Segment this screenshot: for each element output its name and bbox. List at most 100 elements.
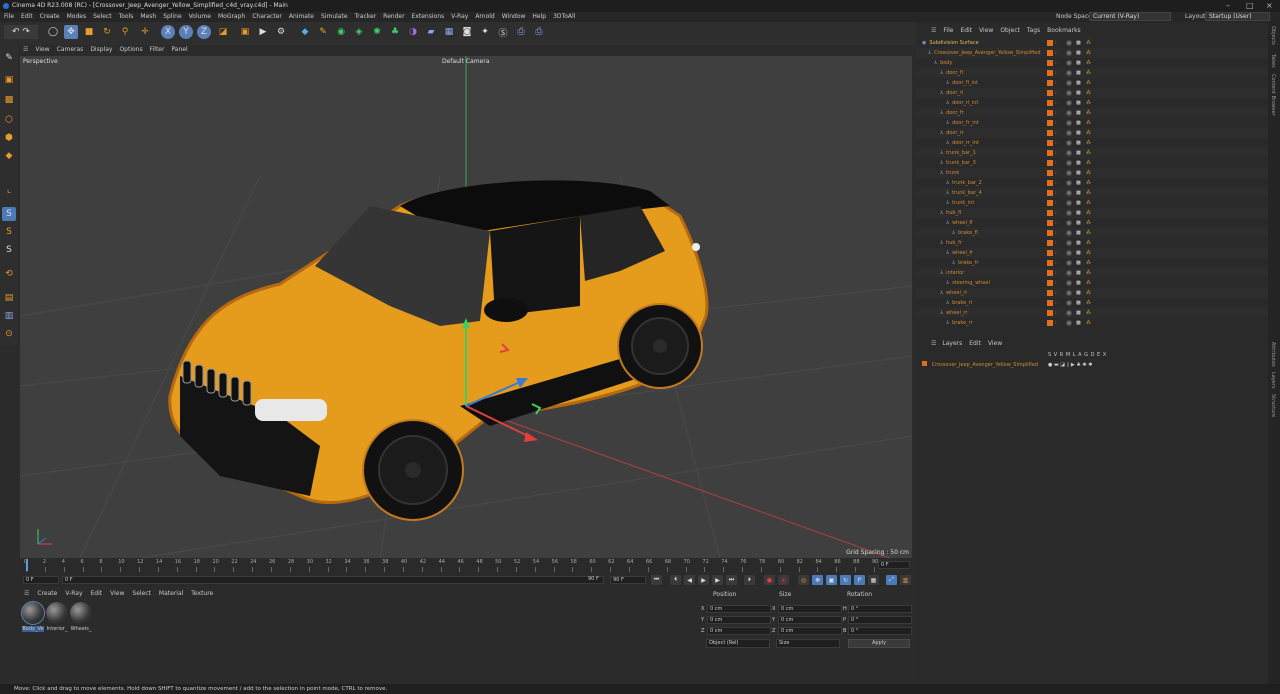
phong-tag-icon[interactable]: ⁂ (1086, 158, 1091, 168)
object-row[interactable]: ⅄ trunk_bar_1: ▩ ⁂ (916, 148, 1268, 158)
menu-item-tools[interactable]: Tools (119, 13, 134, 20)
visibility-dots[interactable]: : (1055, 128, 1057, 138)
object-name[interactable]: door_fl_int (952, 80, 978, 86)
material-tag-icon[interactable] (1066, 310, 1072, 316)
visibility-dots[interactable]: : (1055, 78, 1057, 88)
object-name[interactable]: trunk_bar_1 (946, 150, 976, 156)
goto-end-icon[interactable]: ⏭ (726, 575, 737, 585)
locked-workplane-icon[interactable]: ⊙ (2, 327, 16, 341)
visibility-dots[interactable]: : (1055, 108, 1057, 118)
magnet-icon[interactable]: ⟲ (2, 267, 16, 281)
workplane-icon[interactable]: S (2, 243, 16, 257)
phong-tag-icon[interactable]: ⁂ (1086, 248, 1091, 258)
layer-menu-edit[interactable]: Edit (969, 340, 981, 347)
object-name[interactable]: wheel_rl (946, 290, 967, 296)
phong-tag-icon[interactable]: ⁂ (1086, 288, 1091, 298)
render-settings-icon[interactable]: ⚙ (274, 25, 288, 39)
menu-item-character[interactable]: Character (252, 13, 282, 20)
cube-icon[interactable]: ◆ (298, 25, 312, 39)
menu-item-help[interactable]: Help (532, 13, 546, 20)
checker-tag-icon[interactable]: ▩ (1076, 108, 1081, 118)
visibility-dots[interactable]: : (1055, 98, 1057, 108)
object-name[interactable]: Crossover_Jeep_Avenger_Yellow_Simplified (934, 50, 1040, 56)
pla-key-icon[interactable]: ▦ (868, 575, 879, 585)
material-tag-icon[interactable] (1066, 100, 1072, 106)
phong-tag-icon[interactable]: ⁂ (1086, 238, 1091, 248)
phong-tag-icon[interactable]: ⁂ (1086, 38, 1091, 48)
layer-color-tag[interactable] (1047, 280, 1053, 286)
material-tag-icon[interactable] (1066, 110, 1072, 116)
goto-start-icon[interactable]: ⏮ (651, 575, 662, 585)
menu-item-tracker[interactable]: Tracker (355, 13, 377, 20)
size-field[interactable]: 0 cm (778, 627, 842, 635)
start-frame-field[interactable]: 0 F (23, 576, 59, 584)
minimize-icon[interactable]: – (1226, 0, 1230, 12)
viewport-menu-panel[interactable]: Panel (171, 46, 187, 53)
layer-color-tag[interactable] (1047, 210, 1053, 216)
phong-tag-icon[interactable]: ⁂ (1086, 168, 1091, 178)
material-tag-icon[interactable] (1066, 260, 1072, 266)
menu-item-3dtoall[interactable]: 3DToAll (553, 13, 575, 20)
visibility-dots[interactable]: : (1055, 258, 1057, 268)
timeline-window-icon[interactable]: ⤢ (886, 575, 897, 585)
light-icon[interactable]: ✦ (478, 25, 492, 39)
coordinate-mode-select[interactable]: Object (Rel) (706, 639, 770, 648)
checker-tag-icon[interactable]: ▩ (1076, 168, 1081, 178)
visibility-dots[interactable]: : (1055, 158, 1057, 168)
phong-tag-icon[interactable]: ⁂ (1086, 208, 1091, 218)
object-name[interactable]: door_fr_int (952, 120, 979, 126)
material-menu-edit[interactable]: Edit (91, 590, 103, 597)
checker-tag-icon[interactable]: ▩ (1076, 118, 1081, 128)
end-frame-field[interactable]: 90 F (610, 576, 646, 584)
render-icon[interactable]: ▶ (256, 25, 270, 39)
material-tag-icon[interactable] (1066, 160, 1072, 166)
checker-tag-icon[interactable]: ▩ (1076, 238, 1081, 248)
layer-color-tag[interactable] (1047, 60, 1053, 66)
axis-mode-icon[interactable]: ⌞ (2, 183, 16, 197)
position-field[interactable]: 0 cm (707, 605, 771, 613)
object-row[interactable]: ⅄ brake_rr: ▩ ⁂ (916, 318, 1268, 328)
object-row[interactable]: ⅄ trunk_bar_4: ▩ ⁂ (916, 188, 1268, 198)
param-key-icon[interactable]: P (854, 575, 865, 585)
layer-color-tag[interactable] (1047, 300, 1053, 306)
transform-icon[interactable]: ✛ (138, 25, 152, 39)
rotation-key-icon[interactable]: ↻ (840, 575, 851, 585)
checker-tag-icon[interactable]: ▩ (1076, 228, 1081, 238)
visibility-dots[interactable]: : (1055, 68, 1057, 78)
prev-key-icon[interactable]: ⏴ (670, 575, 681, 585)
menu-item-modes[interactable]: Modes (67, 13, 86, 20)
menu-item-vray[interactable]: V-Ray (451, 13, 468, 20)
mograph-icon[interactable]: ♣ (388, 25, 402, 39)
checker-tag-icon[interactable]: ▩ (1076, 88, 1081, 98)
close-icon[interactable]: × (1266, 0, 1273, 12)
layer-color-tag[interactable] (1047, 40, 1053, 46)
autokey-icon[interactable]: ⦿ (778, 575, 789, 585)
menu-item-edit[interactable]: Edit (21, 13, 33, 20)
checker-tag-icon[interactable]: ▩ (1076, 208, 1081, 218)
visibility-dots[interactable]: : (1055, 278, 1057, 288)
visibility-dots[interactable]: : (1055, 188, 1057, 198)
material-tag-icon[interactable] (1066, 230, 1072, 236)
object-name[interactable]: trunk_bar_2 (952, 180, 982, 186)
object-row[interactable]: ⅄ door_rl: ▩ ⁂ (916, 88, 1268, 98)
material-swatch-wheels[interactable] (70, 602, 92, 624)
maximize-icon[interactable]: □ (1246, 0, 1254, 12)
material-tag-icon[interactable] (1066, 290, 1072, 296)
material-menu-icon[interactable]: ☰ (24, 590, 29, 597)
menu-item-simulate[interactable]: Simulate (321, 13, 348, 20)
object-name[interactable]: steering_wheel (952, 280, 990, 286)
snap-icon[interactable]: S (2, 207, 16, 221)
deformer-icon[interactable]: ◑ (406, 25, 420, 39)
object-row[interactable]: ⅄ interior: ▩ ⁂ (916, 268, 1268, 278)
object-row[interactable]: ⅄ trunk_bar_3: ▩ ⁂ (916, 158, 1268, 168)
object-name[interactable]: brake_rr (952, 320, 973, 326)
viewport-menu-view[interactable]: View (35, 46, 49, 53)
pen-icon[interactable]: ✎ (316, 25, 330, 39)
material-swatch-interior[interactable] (46, 602, 68, 624)
visibility-dots[interactable]: : (1055, 148, 1057, 158)
phong-tag-icon[interactable]: ⁂ (1086, 298, 1091, 308)
layer-color-tag[interactable] (1047, 320, 1053, 326)
rotate-tool-icon[interactable]: ↻ (100, 25, 114, 39)
phong-tag-icon[interactable]: ⁂ (1086, 228, 1091, 238)
object-row[interactable]: ⅄ Crossover_Jeep_Avenger_Yellow_Simplifie… (916, 48, 1268, 58)
